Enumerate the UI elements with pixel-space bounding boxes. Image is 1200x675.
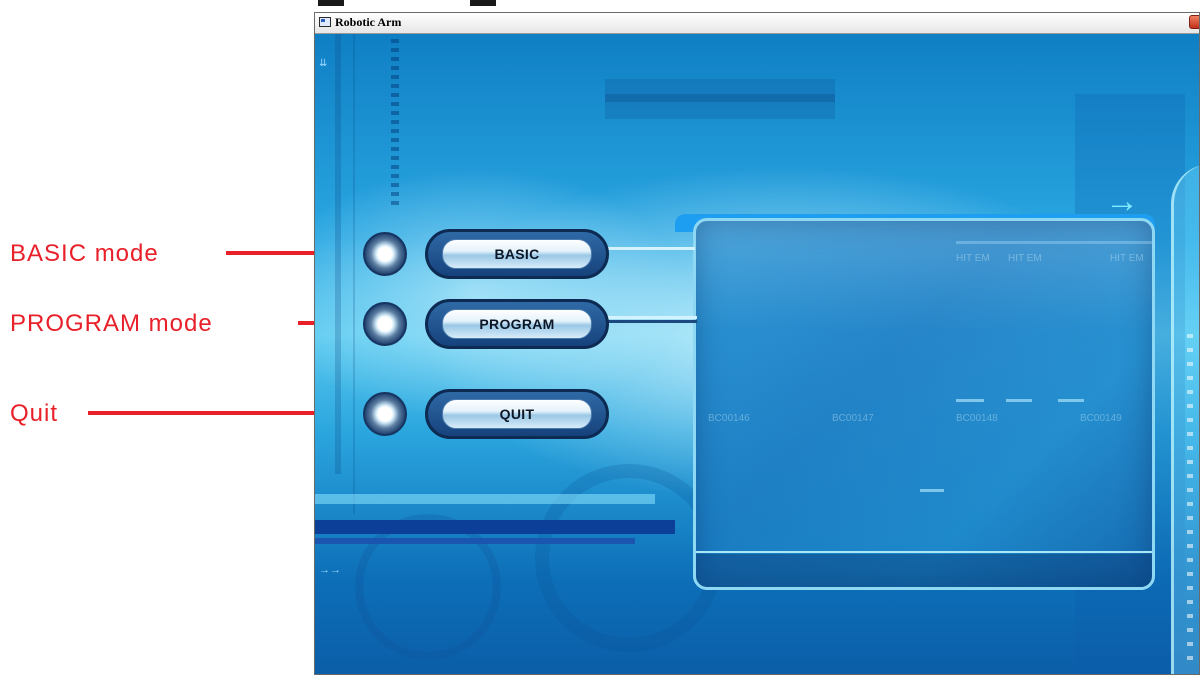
double-chevron-down-icon: ⇊	[319, 58, 328, 69]
display-screen: HIT EM HIT EM HIT EM BC00146 BC00147 BC0…	[693, 218, 1155, 590]
decor-band	[315, 494, 655, 504]
connector-line	[597, 320, 697, 323]
main-background: → →→ ⇊ HIT EM HIT EM HIT EM BC00146 BC00…	[315, 34, 1199, 674]
screen-text: BC00148	[956, 413, 998, 424]
program-mode-knob[interactable]	[363, 302, 407, 346]
decor-dots	[391, 39, 399, 209]
screen-header-line	[956, 241, 1152, 244]
screen-dash	[1058, 399, 1084, 402]
annotation-basic-mode: BASIC mode	[10, 240, 159, 267]
double-arrow-icon: →→	[319, 564, 341, 576]
title-bar[interactable]: Robotic Arm	[315, 13, 1199, 34]
decor-dots	[1187, 334, 1193, 664]
screen-status-area	[696, 554, 1152, 587]
connector-line	[595, 247, 695, 250]
quit-button[interactable]: QUIT	[425, 389, 609, 439]
annotation-program-mode: PROGRAM mode	[10, 310, 213, 337]
corner-fragment-left	[318, 0, 344, 6]
basic-button[interactable]: BASIC	[425, 229, 609, 279]
decor-strip	[605, 94, 835, 102]
decor-band	[315, 538, 635, 544]
program-button-label: PROGRAM	[479, 316, 555, 332]
program-button-face[interactable]: PROGRAM	[442, 309, 592, 339]
screen-text: HIT EM	[956, 253, 990, 264]
screen-text: BC00147	[832, 413, 874, 424]
screen-dash	[1006, 399, 1032, 402]
close-icon[interactable]	[1189, 15, 1199, 29]
screen-text: HIT EM	[1110, 253, 1144, 264]
screen-text: BC00149	[1080, 413, 1122, 424]
program-button[interactable]: PROGRAM	[425, 299, 609, 349]
connector-line	[597, 316, 697, 319]
decor-line	[335, 34, 341, 474]
basic-button-label: BASIC	[494, 246, 540, 262]
decor-circle	[355, 514, 501, 660]
decor-edge	[1171, 164, 1199, 674]
basic-button-face[interactable]: BASIC	[442, 239, 592, 269]
decor-line	[353, 34, 355, 514]
app-window: Robotic Arm → →→ ⇊ HIT EM HIT EM HIT EM …	[314, 12, 1200, 675]
quit-knob[interactable]	[363, 392, 407, 436]
screen-dash	[956, 399, 984, 402]
quit-button-face[interactable]: QUIT	[442, 399, 592, 429]
screen-text: HIT EM	[1008, 253, 1042, 264]
decor-band	[315, 520, 675, 534]
annotation-quit: Quit	[10, 400, 59, 427]
quit-button-label: QUIT	[499, 406, 535, 422]
screen-text: BC00146	[708, 413, 750, 424]
screen-divider	[696, 551, 1152, 553]
window-title: Robotic Arm	[335, 15, 402, 29]
corner-fragment-right	[470, 0, 496, 6]
basic-mode-knob[interactable]	[363, 232, 407, 276]
screen-dash	[920, 489, 944, 492]
app-icon	[319, 17, 331, 27]
